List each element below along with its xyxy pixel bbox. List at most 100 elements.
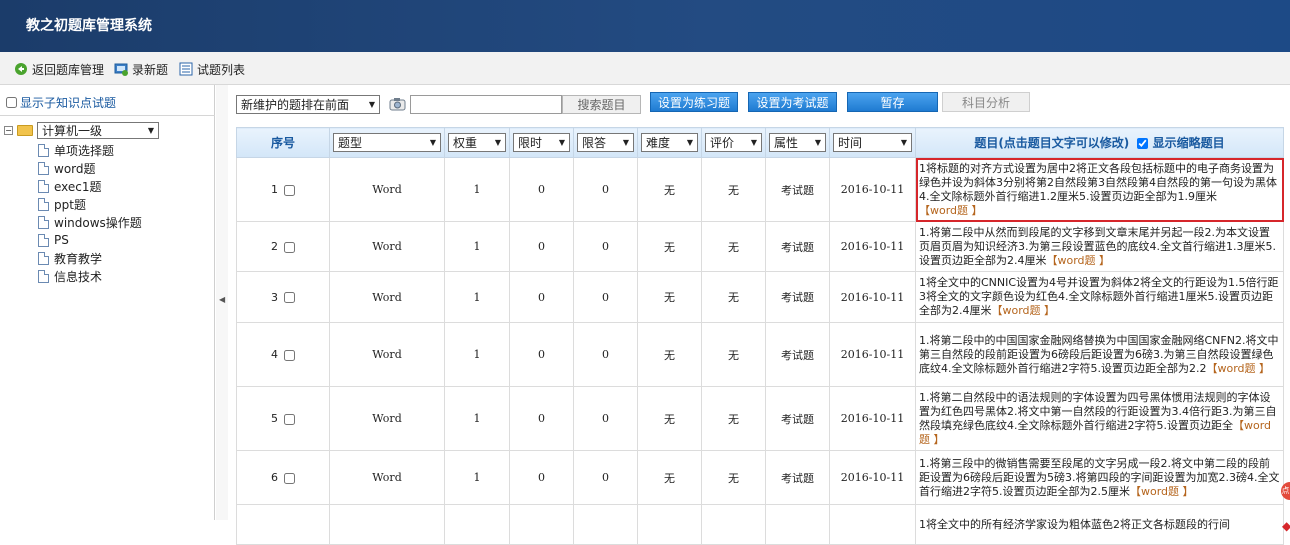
cell-difficulty: 无	[637, 157, 702, 222]
pin-icon[interactable]: ◆	[1282, 519, 1290, 533]
question-type-tag: 【word题 】	[1206, 361, 1271, 375]
cell-attribute: 考试题	[765, 271, 830, 323]
question-type-tag: 【word题 】	[991, 304, 1056, 317]
question-text-cell[interactable]: 1将全文中的CNNIC设置为4号并设置为斜体2将全文的行距设为1.5倍行距3将全…	[915, 271, 1284, 323]
answerlimit-filter-select[interactable]: 限答 ▼	[577, 133, 634, 152]
cell-answer-limit	[573, 504, 638, 545]
tree-item-label: 信息技术	[54, 269, 103, 284]
show-subtopic-checkbox[interactable]	[6, 97, 17, 108]
table-row[interactable]: 3 Word 1 0 0 无无考试题 2016-10-11 1将全文中的CNNIC设置为4号并…	[236, 271, 1284, 323]
row-index: 4	[271, 348, 278, 361]
sidebar-splitter[interactable]: ◀	[216, 85, 228, 520]
table-row[interactable]: 4 Word 1 0 0 无无考试题 2016-10-11 1.将第二段中的中国国家金融网络替…	[236, 322, 1284, 387]
time-filter-select[interactable]: 时间 ▼	[833, 133, 912, 152]
cell-answer-limit: 0	[573, 322, 638, 387]
search-button[interactable]: 搜索题目	[562, 94, 641, 114]
cell-time: 2016-10-11	[829, 271, 916, 323]
set-exam-button[interactable]: 设置为考试题	[748, 92, 837, 112]
row-select-checkbox[interactable]	[284, 413, 295, 425]
camera-icon[interactable]	[389, 97, 406, 111]
col-rating-header[interactable]: 评价 ▼	[701, 127, 766, 158]
document-icon	[38, 197, 49, 211]
new-question-icon	[114, 63, 128, 76]
subject-select[interactable]: 计算机一级 ▼	[37, 122, 159, 139]
cell-type: Word	[329, 450, 445, 505]
cell-rating: 无	[701, 322, 766, 387]
cell-time: 2016-10-11	[829, 322, 916, 387]
search-input[interactable]	[410, 94, 562, 114]
subject-analysis-button[interactable]: 科目分析	[942, 92, 1030, 112]
question-text-cell[interactable]: 1将标题的对齐方式设置为居中2将正文各段包括标题中的电子商务设置为绿色并设为斜体…	[915, 157, 1284, 222]
cell-time: 2016-10-11	[829, 157, 916, 222]
tree-item[interactable]: 教育教学	[38, 249, 142, 267]
question-text[interactable]: 1.将第二自然段中的语法规则的字体设置为四号黑体惯用法规则的字体设置为红色四号黑…	[919, 391, 1276, 432]
chevron-down-icon: ▼	[429, 138, 436, 147]
attribute-filter-label: 属性	[774, 136, 799, 150]
row-index: 5	[271, 412, 278, 425]
sidebar-divider	[0, 115, 215, 116]
row-select-checkbox[interactable]	[284, 292, 295, 303]
row-index-cell	[236, 504, 330, 545]
question-text-cell[interactable]: 1.将第二自然段中的语法规则的字体设置为四号黑体惯用法规则的字体设置为红色四号黑…	[915, 386, 1284, 451]
sort-select[interactable]: 新维护的题排在前面 ▼	[236, 94, 380, 114]
back-to-bank-button[interactable]: 返回题库管理	[14, 60, 104, 78]
tree-item-label: windows操作题	[54, 215, 142, 230]
timelimit-filter-label: 限时	[518, 136, 543, 150]
set-practice-button[interactable]: 设置为练习题	[650, 92, 738, 112]
col-answerlimit-header[interactable]: 限答 ▼	[573, 127, 638, 158]
question-text-cell[interactable]: 1.将第二段中从然而到段尾的文字移到文章末尾并另起一段2.为本文设置页眉页眉为知…	[915, 221, 1284, 272]
tree-item[interactable]: PS	[38, 231, 142, 249]
question-text[interactable]: 1将全文中的CNNIC设置为4号并设置为斜体2将全文的行距设为1.5倍行距3将全…	[919, 276, 1279, 317]
rating-filter-select[interactable]: 评价 ▼	[705, 133, 762, 152]
difficulty-filter-select[interactable]: 难度 ▼	[641, 133, 698, 152]
tree-item[interactable]: 单项选择题	[38, 141, 142, 159]
cell-type: Word	[329, 221, 445, 272]
tree-item[interactable]: ppt题	[38, 195, 142, 213]
col-type-header[interactable]: 题型 ▼	[329, 127, 445, 158]
question-text-cell[interactable]: 1.将第三段中的微销售需要至段尾的文字另成一段2.将文中第二段的段前距设置为6磅…	[915, 450, 1284, 505]
table-row[interactable]: 1将全文中的所有经济学家设为粗体蓝色2将正文各标题段的行间	[236, 504, 1284, 545]
collapse-icon[interactable]: −	[4, 126, 13, 135]
col-attribute-header[interactable]: 属性 ▼	[765, 127, 830, 158]
col-weight-header[interactable]: 权重 ▼	[444, 127, 510, 158]
pause-save-button[interactable]: 暂存	[847, 92, 938, 112]
cell-attribute: 考试题	[765, 322, 830, 387]
question-text[interactable]: 1将标题的对齐方式设置为居中2将正文各段包括标题中的电子商务设置为绿色并设为斜体…	[919, 162, 1277, 203]
show-subtopic-toggle[interactable]: 显示子知识点试题	[6, 94, 116, 111]
row-select-checkbox[interactable]	[284, 349, 295, 361]
tree-item[interactable]: word题	[38, 159, 142, 177]
type-filter-select[interactable]: 题型 ▼	[333, 133, 441, 152]
show-abbrev-checkbox[interactable]	[1137, 138, 1149, 149]
question-text-cell[interactable]: 1.将第二段中的中国国家金融网络替换为中国国家金融网络CNFN2.将文中第三自然…	[915, 322, 1284, 387]
tree-item[interactable]: exec1题	[38, 177, 142, 195]
cell-rating: 无	[701, 386, 766, 451]
new-question-button[interactable]: 录新题	[114, 60, 168, 78]
question-list-button[interactable]: 试题列表	[179, 60, 245, 78]
cell-difficulty: 无	[637, 271, 702, 323]
tree-item[interactable]: 信息技术	[38, 267, 142, 285]
table-row[interactable]: 6 Word 1 0 0 无无考试题 2016-10-11 1.将第三段中的微销售需要至段尾的…	[236, 450, 1284, 505]
attribute-filter-select[interactable]: 属性 ▼	[769, 133, 826, 152]
row-select-checkbox[interactable]	[284, 472, 295, 484]
table-row[interactable]: 1 Word 1 0 0 无无考试题 2016-10-11 1将标题的对齐方式设置为居中2将正…	[236, 157, 1284, 222]
row-index: 2	[271, 240, 278, 253]
cell-type	[329, 504, 445, 545]
question-text-cell[interactable]: 1将全文中的所有经济学家设为粗体蓝色2将正文各标题段的行间	[915, 504, 1284, 545]
col-time-header[interactable]: 时间 ▼	[829, 127, 916, 158]
question-text[interactable]: 1.将第三段中的微销售需要至段尾的文字另成一段2.将文中第二段的段前距设置为6磅…	[919, 457, 1279, 498]
cell-attribute: 考试题	[765, 221, 830, 272]
row-select-checkbox[interactable]	[284, 241, 295, 253]
row-index-cell: 4	[236, 322, 330, 387]
collapse-sidebar-icon[interactable]: ◀	[219, 295, 225, 304]
row-select-checkbox[interactable]	[284, 184, 295, 196]
table-row[interactable]: 2 Word 1 0 0 无无考试题 2016-10-11 1.将第二段中从然而到段尾的文字移…	[236, 221, 1284, 272]
col-difficulty-header[interactable]: 难度 ▼	[637, 127, 702, 158]
timelimit-filter-select[interactable]: 限时 ▼	[513, 133, 570, 152]
table-row[interactable]: 5 Word 1 0 0 无无考试题 2016-10-11 1.将第二自然段中的语法规则的字体…	[236, 386, 1284, 451]
weight-filter-select[interactable]: 权重 ▼	[448, 133, 506, 152]
toolbar: 返回题库管理 录新题 试题列表	[0, 52, 1290, 85]
question-text[interactable]: 1将全文中的所有经济学家设为粗体蓝色2将正文各标题段的行间	[919, 518, 1230, 531]
tree-item[interactable]: windows操作题	[38, 213, 142, 231]
question-type-tag: 【word题 】	[919, 203, 983, 217]
col-timelimit-header[interactable]: 限时 ▼	[509, 127, 574, 158]
